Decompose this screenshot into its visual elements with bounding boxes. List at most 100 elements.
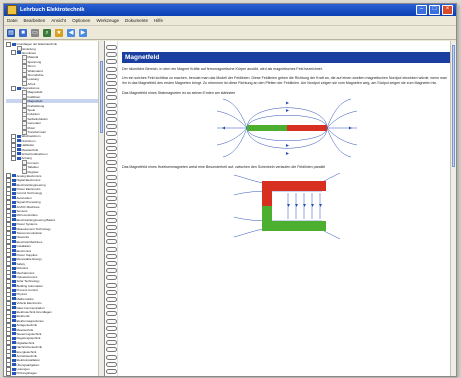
title-bar[interactable]: Lehrbuch Elektrotechnik – □ × [4,4,456,16]
expand-toggle-icon[interactable] [11,85,16,91]
tree-item-label: Tabellen [27,165,39,170]
book-icon [12,266,16,270]
back-arrow-icon[interactable]: ◀ [67,28,75,37]
tree-item-label: Building Automation [16,283,44,288]
content-scrollbar[interactable] [450,41,456,376]
menu-bearbeiten[interactable]: Bearbeiten [24,18,46,23]
menu-datei[interactable]: Datei [7,18,18,23]
tree-scroll-thumb[interactable] [100,61,103,133]
tree-item-label: Energietechnik [16,349,37,354]
binding-ring [106,189,117,194]
book-icon [12,222,16,226]
intro-paragraph: Der räumliche Bereich, in dem ein Magnet… [122,67,323,71]
print-icon[interactable]: ▭ [31,28,39,37]
tree-item-label: Mechatronics [16,270,35,275]
expand-toggle-icon[interactable] [11,50,16,56]
bookmark-icon[interactable]: ★ [55,28,63,37]
horseshoe-magnet-diagram [233,173,340,240]
tree-item-label: Selbstinduktion [27,116,48,121]
book-icon [17,86,21,90]
binding-ring [106,340,117,346]
binding-ring [106,210,117,216]
tree-item-label: Digital Electronics [16,178,41,183]
binding-ring [106,268,117,274]
content-scroll-thumb[interactable] [452,45,455,167]
book-icon [12,301,16,305]
book-icon [12,174,16,178]
tree-item-label: Elektronik [16,314,30,319]
tree-item-label: Control Technology [16,191,43,196]
book-icon [12,244,16,248]
tree-item-label: Renewable Energy [16,257,42,262]
tree-item-label: Formeln [27,160,39,165]
tree-item-label: Prüfungsfragen [16,371,38,376]
binding-ring [106,160,117,166]
tree-item-label: Schutzmaßnahmen [21,151,48,156]
tree-item-label: Drehstrom [21,138,36,143]
tree-item-label: Power Systems [16,222,38,227]
tree-item-label: Widerstand [27,68,43,73]
binding-ring [106,52,117,58]
book-icon [12,262,16,266]
tree-item-label: Measurement Technology [16,226,51,231]
tree-item-label: Electrical Machines [16,239,43,244]
tree-item-label: Material [27,55,39,60]
tree-item-label: Antriebstechnik [16,353,38,358]
menu-bar: Datei Bearbeiten Ansicht Optionen Werkze… [4,16,456,26]
tree-item-label: Register [27,169,39,174]
binding-ring [106,95,117,101]
tree-item-label: Anlagentechnik [16,323,38,328]
binding-ring [106,325,117,331]
tree-item-label: Networks [16,235,30,240]
open-book-icon[interactable]: ▤ [7,28,15,37]
tree-item-label: Messtechnik [21,147,39,152]
binding-ring [106,145,117,151]
binding-ring [106,203,117,209]
maximize-button[interactable]: □ [429,5,440,15]
search-icon[interactable]: ⌕ [43,28,51,37]
binding-ring [106,225,117,230]
expand-toggle-icon[interactable] [6,41,11,47]
menu-hilfe[interactable]: Hilfe [154,18,163,23]
minimize-button[interactable]: – [416,5,427,15]
tree-item-label: Übungsaufgaben [16,362,40,367]
book-icon [17,139,21,143]
field-lines-paragraph: Um ein solches Feld sichtbar zu machen, … [122,75,448,85]
tree-item-label: Digitaltechnik [16,340,35,345]
book-icon [12,279,16,283]
close-button[interactable]: × [442,5,453,15]
book-icon [12,310,16,314]
book-icon [12,323,16,327]
menu-ansicht[interactable]: Ansicht [51,18,66,23]
book-icon [12,253,16,257]
binding-ring [106,66,117,72]
app-window: Lehrbuch Elektrotechnik – □ × Datei Bear… [3,3,457,377]
book-icon [12,336,16,340]
binding-ring [106,174,117,180]
binding-ring [106,196,117,202]
book-icon [12,213,16,217]
tree-item-label: Induktion [27,112,40,117]
menu-werkzeuge[interactable]: Werkzeuge [96,18,119,23]
expand-toggle-icon[interactable] [11,155,16,161]
tree-scrollbar[interactable] [98,41,104,376]
tree-item-label: AC/DC Machines [16,204,40,209]
tree-item-label: Spannung [27,59,42,64]
tree-item-label: Elektroinstallation [16,358,41,363]
app-icon [7,5,17,15]
menu-dokumente[interactable]: Dokumente [125,18,148,23]
binding-ring [106,102,117,108]
navigation-tree[interactable]: Grundlagen der Elektrotechnik Einleitung S… [4,41,105,376]
tree-item-label: Spule [27,108,36,113]
forward-arrow-icon[interactable]: ▶ [79,28,87,37]
book-icon [12,209,16,213]
expand-toggle-icon[interactable] [6,375,11,376]
save-icon[interactable]: ■ [19,28,27,37]
binding-ring [106,88,117,94]
menu-optionen[interactable]: Optionen [72,18,90,23]
binding-ring [106,109,117,115]
binding-ring [106,369,117,374]
binding-ring [106,59,117,65]
binding-ring [106,289,117,295]
tree-item-label: Lösungen [16,367,30,372]
